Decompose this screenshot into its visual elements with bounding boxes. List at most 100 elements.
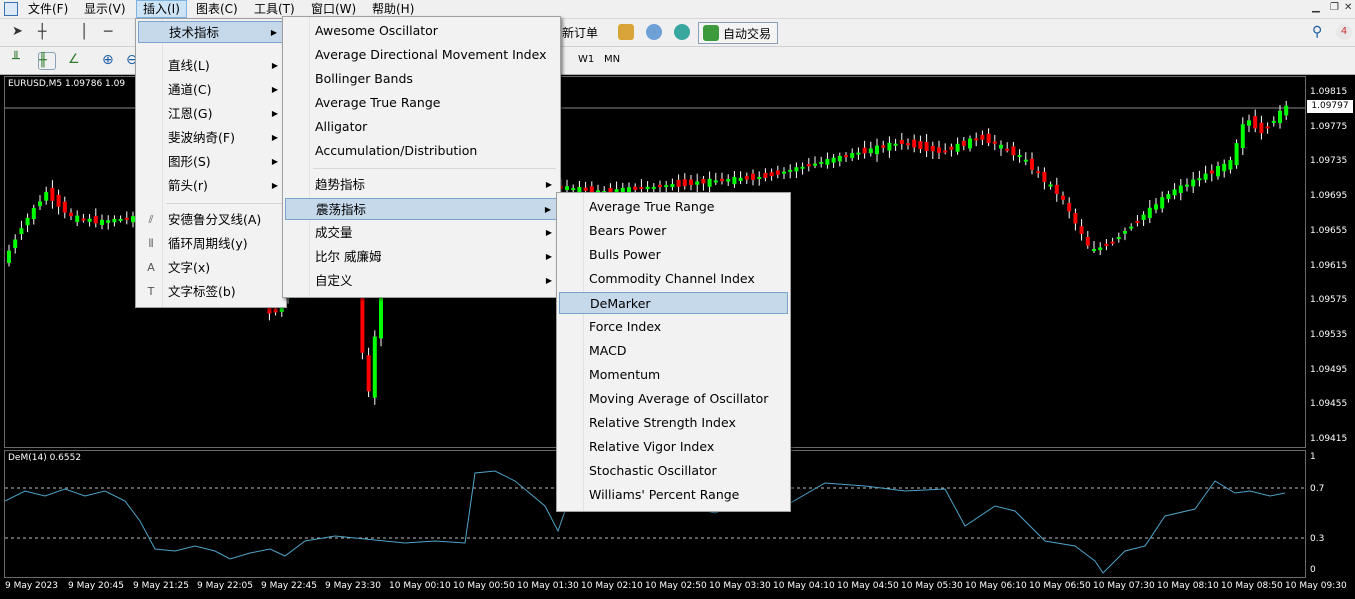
menu-item-technical-indicators[interactable]: 技术指标 ▶ [138,21,284,43]
submenu-arrow-icon: ▶ [544,205,551,214]
menu-item-williams-percent-range[interactable]: Williams' Percent Range [559,484,788,506]
menu-item-label: 安德鲁分叉线(A) [168,212,262,227]
menu-item-channels[interactable]: 通道(C) ▶ [138,79,284,101]
new-order-button[interactable]: 新订单 [562,22,598,44]
menu-item-label: 技术指标 [169,25,220,40]
menu-item-text[interactable]: A 文字(x) [138,257,284,279]
menu-item-momentum[interactable]: Momentum [559,364,788,386]
menu-insert[interactable]: 插入(I) [136,0,187,18]
menu-view[interactable]: 显示(V) [78,0,132,18]
submenu-arrow-icon: ▶ [270,28,277,37]
candle-body [701,179,706,184]
vertical-line-icon[interactable]: │ [80,24,96,40]
menu-item-label: 江恩(G) [168,106,213,121]
horizontal-line-icon[interactable]: ─ [104,24,120,40]
menu-item-label: Accumulation/Distribution [315,143,478,158]
menu-item-average-true-range[interactable]: Average True Range [559,196,788,218]
candle-body [1110,241,1115,244]
candle-body [1030,158,1034,170]
candlestick-icon[interactable]: ╫ [38,52,56,70]
time-axis-label: 10 May 06:10 [965,581,1027,591]
cycle-lines-icon: ⦀ [148,237,154,250]
candle-body [1191,179,1196,187]
candle-body [794,167,799,172]
signals-icon[interactable] [674,24,690,40]
menu-item-demarker[interactable]: DeMarker [559,292,788,314]
menu-item-text-label[interactable]: T 文字标签(b) [138,281,284,303]
candle-body [887,142,892,151]
menu-item-force-index[interactable]: Force Index [559,316,788,338]
menu-item-bears-power[interactable]: Bears Power [559,220,788,242]
menu-item-bollinger-bands[interactable]: Bollinger Bands [285,68,558,90]
new-order-label: 新订单 [562,26,599,40]
candle-body [831,157,836,163]
menu-item-trend[interactable]: 趋势指标 ▶ [285,174,558,196]
time-axis-label: 10 May 07:30 [1093,581,1155,591]
time-axis-label: 10 May 08:50 [1221,581,1283,591]
minimize-icon[interactable]: ▁ [1312,2,1320,13]
candle-body [38,201,42,207]
menu-item-awesome-oscillator[interactable]: Awesome Oscillator [285,20,558,42]
menu-item-label: Force Index [589,319,662,334]
menu-item-label: Bulls Power [589,247,661,262]
navigator-icon[interactable] [646,24,662,40]
menu-file[interactable]: 文件(F) [22,0,74,18]
cursor-icon[interactable]: ➤ [12,24,28,40]
close-icon[interactable]: ✕ [1344,2,1352,13]
menu-item-andrews-pitchfork[interactable]: ⫽ 安德鲁分叉线(A) [138,209,284,231]
candle-body [273,308,278,313]
menu-item-oscillators[interactable]: 震荡指标 ▶ [285,198,558,220]
restore-icon[interactable]: ❐ [1330,2,1339,13]
candle-body [720,178,724,182]
menu-item-stochastic-oscillator[interactable]: Stochastic Oscillator [559,460,788,482]
market-watch-icon[interactable] [618,24,634,40]
candle-body [1147,207,1152,219]
timeframe-w1[interactable]: W1 [578,54,594,65]
auto-trading-button[interactable]: 自动交易 [698,22,779,44]
menu-item-macd[interactable]: MACD [559,340,788,362]
menu-item-custom[interactable]: 自定义 ▶ [285,270,558,292]
crosshair-icon[interactable]: ┼ [38,24,54,40]
notifications-icon[interactable]: 4 [1336,24,1352,40]
candle-body [757,176,762,179]
menu-item-alligator[interactable]: Alligator [285,116,558,138]
menu-item-commodity-channel-index[interactable]: Commodity Channel Index [559,268,788,290]
menu-charts[interactable]: 图表(C) [190,0,244,18]
candle-body [1054,184,1059,194]
menu-item-cycle-lines[interactable]: ⦀ 循环周期线(y) [138,233,284,255]
candle-body [775,170,780,175]
chart-title: EURUSD,M5 1.09786 1.09 [8,79,126,89]
menu-item-accumulation-distribution[interactable]: Accumulation/Distribution [285,140,558,162]
candle-body [782,171,786,174]
menu-item-volumes[interactable]: 成交量 ▶ [285,222,558,244]
menu-item-bulls-power[interactable]: Bulls Power [559,244,788,266]
menu-item-atr[interactable]: Average True Range [285,92,558,114]
app-icon[interactable] [4,2,18,16]
menu-item-bill-williams[interactable]: 比尔 威廉姆 ▶ [285,246,558,268]
menu-item-fibonacci[interactable]: 斐波纳奇(F) ▶ [138,127,284,149]
menu-item-lines[interactable]: 直线(L) ▶ [138,55,284,77]
search-icon[interactable]: ⚲ [1312,24,1328,40]
candle-body [1178,185,1183,193]
menu-item-gann[interactable]: 江恩(G) ▶ [138,103,284,125]
timeframe-mn[interactable]: MN [604,54,620,65]
candle-body [87,218,92,222]
menu-item-label: Williams' Percent Range [589,487,740,502]
menu-item-shapes[interactable]: 图形(S) ▶ [138,151,284,173]
bar-chart-icon[interactable]: ╨ [12,52,28,68]
menu-item-adx[interactable]: Average Directional Movement Index [285,44,558,66]
time-axis-label: 10 May 06:50 [1029,581,1091,591]
menu-item-moving-average-of-oscillator[interactable]: Moving Average of Oscillator [559,388,788,410]
submenu-arrow-icon: ▶ [545,252,552,261]
menu-separator [166,203,282,204]
time-axis-label: 9 May 21:25 [133,581,189,591]
menu-item-relative-strength-index[interactable]: Relative Strength Index [559,412,788,434]
candle-body [676,179,681,187]
menu-item-arrows[interactable]: 箭头(r) ▶ [138,175,284,197]
menu-item-relative-vigor-index[interactable]: Relative Vigor Index [559,436,788,458]
zoom-in-icon[interactable]: ⊕ [102,52,118,68]
menu-item-label: Momentum [589,367,661,382]
line-chart-icon[interactable]: ∠ [68,52,84,68]
menu-item-label: MACD [589,343,627,358]
price-axis-label: 1.09735 [1310,156,1348,167]
